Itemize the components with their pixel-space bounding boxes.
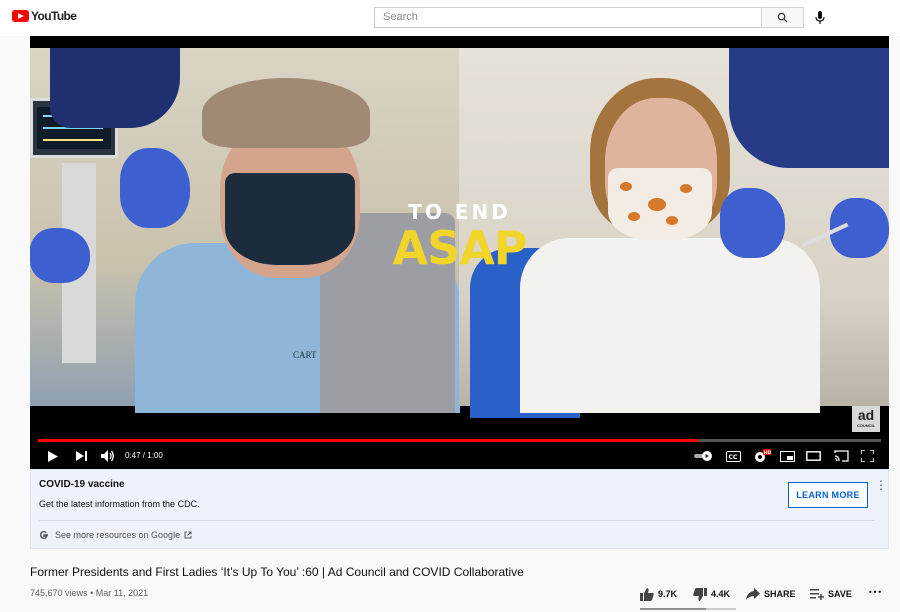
settings-icon: HD bbox=[755, 449, 771, 462]
fullscreen-button[interactable] bbox=[858, 448, 876, 464]
fullscreen-icon bbox=[860, 450, 874, 462]
video-meta: 745,670 views • Mar 11, 2021 bbox=[30, 588, 148, 598]
man-cap bbox=[202, 78, 370, 148]
autoplay-toggle[interactable] bbox=[694, 448, 714, 464]
thumbs-up-icon bbox=[640, 587, 654, 601]
upload-date: Mar 11, 2021 bbox=[95, 588, 149, 598]
shirt-text: CART bbox=[293, 350, 317, 360]
info-panel: COVID-19 vaccine Get the latest informat… bbox=[30, 469, 889, 549]
dislike-button[interactable]: 4.4K bbox=[693, 586, 730, 602]
player-controls: 0:47 / 1:00 CC HD bbox=[30, 444, 889, 469]
info-panel-title: COVID-19 vaccine bbox=[39, 479, 125, 490]
youtube-logo[interactable]: YouTube bbox=[12, 9, 77, 23]
share-icon bbox=[746, 588, 760, 600]
thumbs-down-icon bbox=[693, 587, 707, 601]
video-player[interactable]: CART TO END ASAP ad COUNCIL 0:47 / 1:00 … bbox=[30, 36, 889, 469]
time-display: 0:47 / 1:00 bbox=[125, 451, 163, 460]
ad-council-watermark[interactable]: ad COUNCIL bbox=[852, 406, 880, 432]
cast-button[interactable] bbox=[832, 448, 850, 464]
volume-icon bbox=[101, 450, 114, 462]
more-horizontal-icon: ⋯ bbox=[868, 582, 882, 599]
google-icon bbox=[39, 530, 48, 540]
sentiment-fill bbox=[640, 608, 707, 610]
progress-bar[interactable] bbox=[38, 439, 881, 442]
share-label: SHARE bbox=[764, 589, 796, 599]
next-button[interactable] bbox=[74, 448, 88, 464]
google-resources-link[interactable]: See more resources on Google bbox=[39, 530, 192, 540]
nurse-sleeve bbox=[729, 48, 889, 168]
view-count: 745,670 views bbox=[30, 588, 88, 598]
save-button[interactable]: SAVE bbox=[810, 586, 852, 602]
next-icon bbox=[75, 451, 87, 461]
voice-search-button[interactable] bbox=[810, 7, 830, 28]
search-button[interactable] bbox=[761, 7, 804, 28]
theater-mode-button[interactable] bbox=[804, 448, 822, 464]
svg-text:CC: CC bbox=[728, 454, 737, 461]
more-actions-button[interactable]: ⋯ bbox=[868, 583, 882, 599]
autoplay-toggle-icon bbox=[694, 451, 712, 461]
google-link-label: See more resources on Google bbox=[55, 530, 181, 540]
learn-more-button[interactable]: LEARN MORE bbox=[788, 482, 868, 508]
meta-separator: • bbox=[90, 588, 94, 598]
dislike-count: 4.4K bbox=[711, 589, 731, 599]
youtube-play-logo-icon bbox=[12, 10, 29, 22]
captions-icon: CC bbox=[725, 450, 741, 462]
cast-icon bbox=[833, 450, 849, 462]
miniplayer-icon bbox=[779, 450, 795, 462]
mic-icon bbox=[815, 11, 825, 24]
video-title: Former Presidents and First Ladies ‘It’s… bbox=[30, 565, 524, 579]
save-label: SAVE bbox=[828, 589, 852, 599]
external-link-icon bbox=[184, 531, 192, 539]
like-button[interactable]: 9.7K bbox=[640, 586, 677, 602]
volume-button[interactable] bbox=[100, 448, 116, 464]
video-frame[interactable]: CART TO END ASAP bbox=[30, 48, 889, 418]
info-panel-subtitle: Get the latest information from the CDC. bbox=[39, 499, 200, 509]
progress-fill bbox=[38, 439, 699, 442]
search-input[interactable]: Search bbox=[374, 7, 761, 28]
captions-button[interactable]: CC bbox=[724, 448, 742, 464]
divider bbox=[39, 520, 875, 521]
settings-button[interactable]: HD bbox=[752, 448, 772, 464]
search-icon bbox=[777, 12, 788, 23]
logo-text: YouTube bbox=[31, 9, 77, 23]
svg-text:HD: HD bbox=[764, 450, 771, 456]
masthead: YouTube Search bbox=[0, 0, 900, 36]
sentiment-bar bbox=[640, 608, 736, 610]
theater-icon bbox=[805, 451, 821, 461]
overlay-text-line2: ASAP bbox=[392, 221, 527, 275]
nurse-sleeve bbox=[50, 48, 180, 128]
play-icon bbox=[48, 450, 58, 462]
play-button[interactable] bbox=[46, 448, 60, 464]
add-to-playlist-icon bbox=[810, 589, 824, 600]
like-count: 9.7K bbox=[658, 589, 678, 599]
more-options-icon[interactable]: ⋮ bbox=[875, 478, 887, 496]
miniplayer-button[interactable] bbox=[778, 448, 796, 464]
share-button[interactable]: SHARE bbox=[746, 586, 796, 602]
